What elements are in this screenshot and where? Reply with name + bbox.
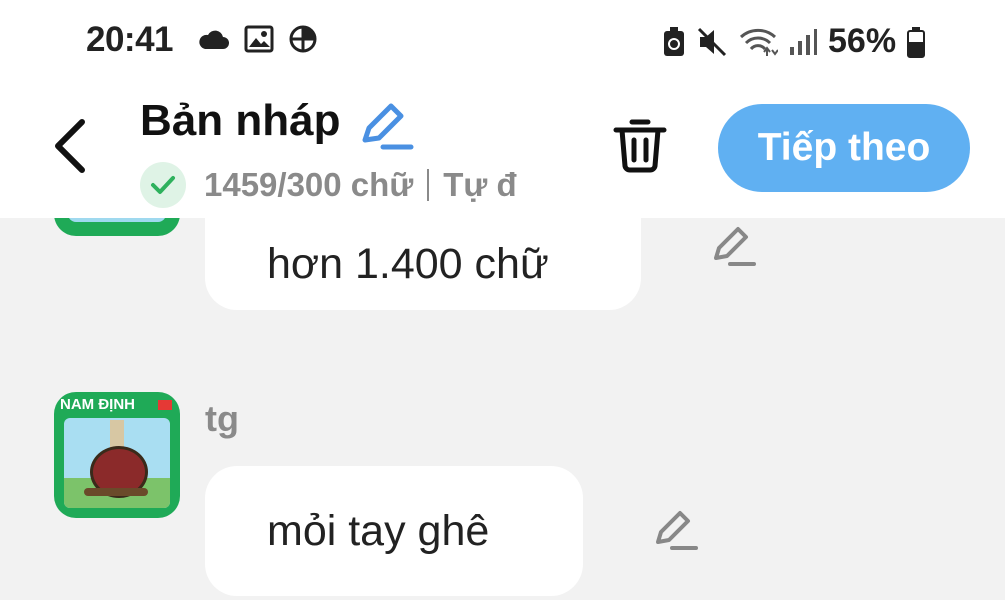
check-icon <box>140 162 186 208</box>
status-icons-right: 56% <box>662 22 926 61</box>
battery-saver-icon <box>664 26 684 56</box>
avatar-scene <box>64 418 170 508</box>
page-title: Bản nháp <box>140 96 341 145</box>
edit-title-pencil-icon[interactable] <box>357 100 415 152</box>
flag-icon <box>158 400 172 410</box>
autosave-status: Tự đ <box>443 166 517 203</box>
cloud-icon <box>199 30 229 49</box>
subtitle-row: 1459/300 chữ Tự đ <box>140 162 552 208</box>
mute-icon <box>697 27 727 56</box>
subtitle-divider <box>427 169 430 201</box>
message-list[interactable]: hơn 1.400 chữ NAM ĐỊNH tg mỏi tay ghê <box>0 218 1005 600</box>
avatar[interactable]: NAM ĐỊNH <box>54 392 180 518</box>
trash-icon[interactable] <box>612 116 668 174</box>
battery-icon <box>907 26 926 58</box>
back-arrow-icon[interactable] <box>48 116 96 176</box>
sender-name: tg <box>205 398 239 439</box>
message-text: hơn 1.400 chữ <box>267 239 549 288</box>
image-icon <box>244 25 274 53</box>
status-time: 20:41 <box>86 20 174 59</box>
word-count: 1459/300 chữ <box>204 166 414 203</box>
next-button[interactable]: Tiếp theo <box>718 104 970 192</box>
wifi-icon <box>739 28 778 56</box>
avatar-label: NAM ĐỊNH <box>60 396 135 413</box>
message-bubble[interactable]: hơn 1.400 chữ <box>205 218 641 310</box>
message-text: mỏi tay ghê <box>267 506 490 555</box>
status-icons-left <box>196 24 318 54</box>
status-bar: 20:41 56% <box>0 0 1005 82</box>
signal-icon <box>790 28 817 55</box>
vpn-icon <box>289 25 317 53</box>
avatar[interactable] <box>54 218 180 236</box>
app-header: Bản nháp 1459/300 chữ Tự đ Tiếp theo <box>0 82 1005 218</box>
message-bubble[interactable]: mỏi tay ghê <box>205 466 583 596</box>
edit-message-pencil-icon[interactable] <box>710 224 758 268</box>
battery-percent: 56% <box>828 22 897 60</box>
edit-message-pencil-icon[interactable] <box>652 508 700 552</box>
